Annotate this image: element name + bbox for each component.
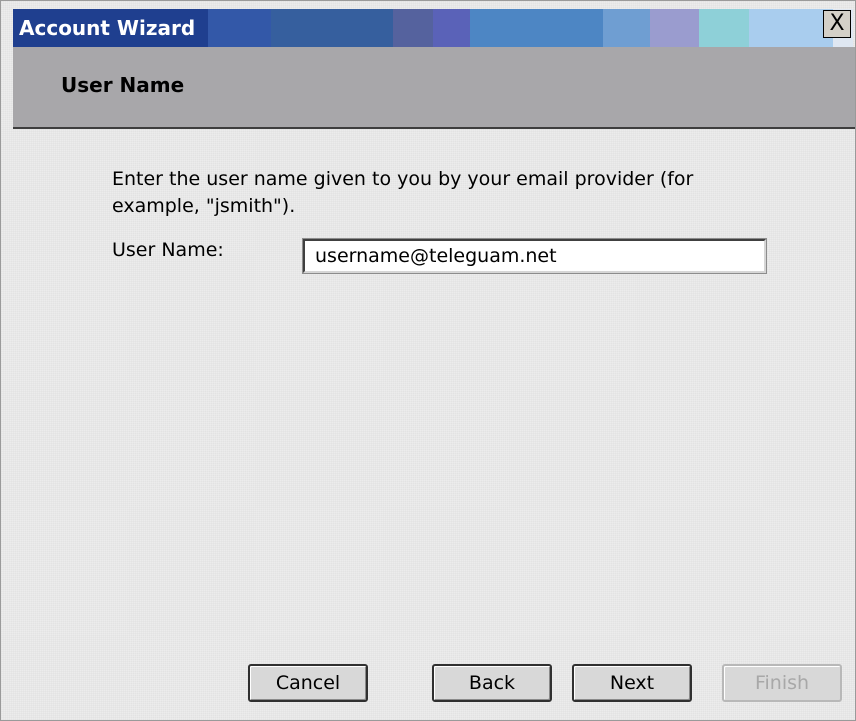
finish-button[interactable]: Finish [722, 664, 842, 702]
account-wizard-dialog: Account Wizard X User Name Enter the use… [0, 0, 856, 721]
cancel-button[interactable]: Cancel [248, 664, 368, 702]
page-title: User Name [61, 73, 185, 97]
instructions-text: Enter the user name given to you by your… [112, 168, 694, 217]
close-icon: X [829, 11, 845, 36]
window-title: Account Wizard [19, 16, 196, 40]
username-input[interactable] [302, 238, 767, 274]
close-button[interactable]: X [823, 10, 851, 38]
title-bar[interactable]: Account Wizard [13, 9, 853, 47]
back-button[interactable]: Back [432, 664, 552, 702]
next-button[interactable]: Next [572, 664, 692, 702]
page-header: User Name [13, 47, 855, 129]
username-label: User Name: [112, 239, 224, 261]
